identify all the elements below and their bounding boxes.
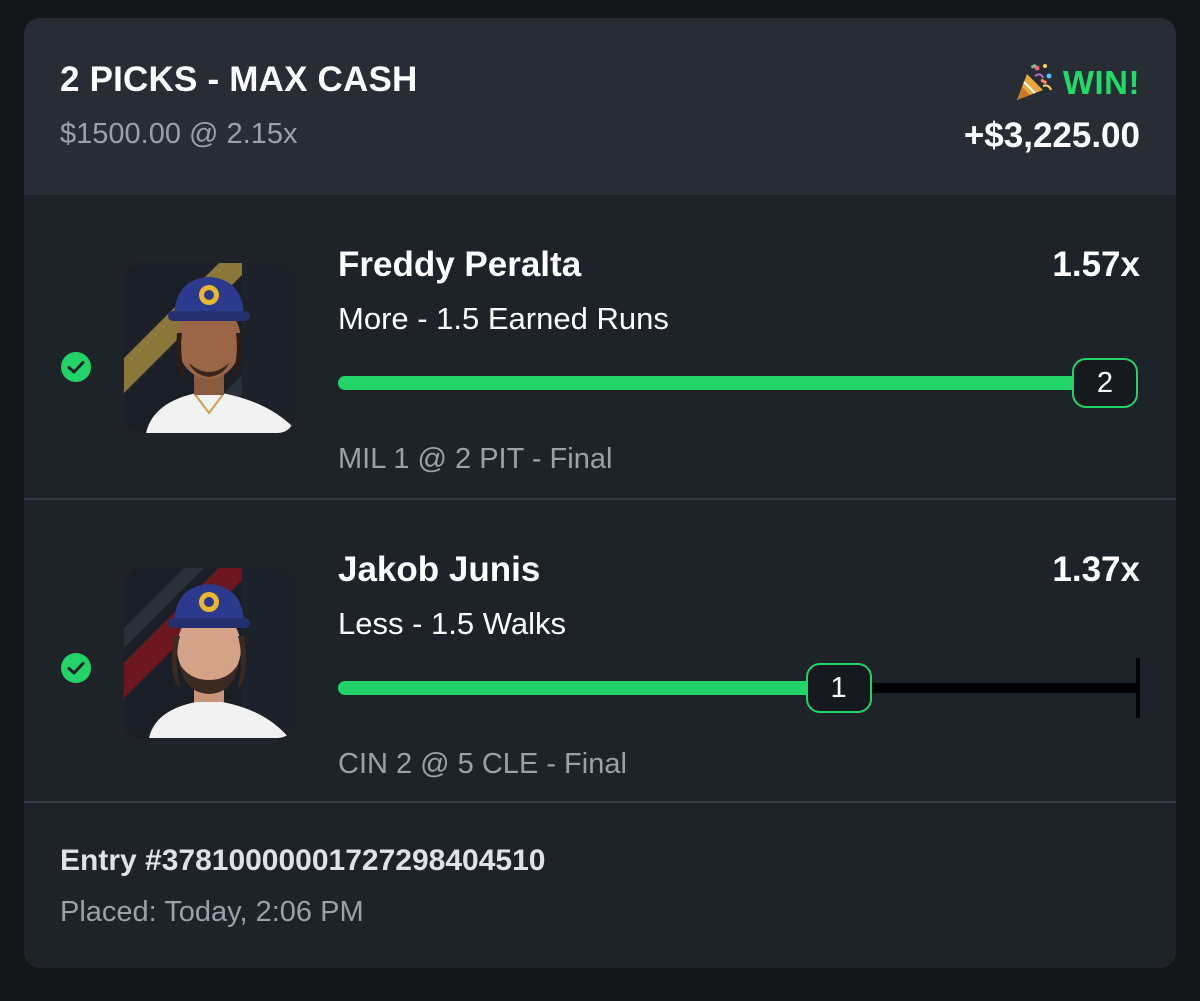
divider [24,801,1176,803]
progress-bar-track [871,683,1138,693]
game-matchup: CIN 2 @ 5 CLE [338,748,539,780]
check-circle-icon [61,653,91,683]
player-avatar [124,568,294,738]
pick-row[interactable]: Freddy Peralta 1.57x More - 1.5 Earned R… [24,195,1176,499]
progress-bar-fill [338,376,1118,390]
progress-bar-fill [338,681,852,695]
check-circle-icon [61,352,91,382]
game-status: - Final [531,443,613,475]
game-status: - Final [546,748,627,780]
game-matchup: MIL 1 @ 2 PIT [338,443,524,475]
entry-title: 2 PICKS - MAX CASH [60,60,418,99]
player-name: Freddy Peralta [338,245,582,284]
game-score: CIN 2 @ 5 CLE - Final [338,748,627,781]
actual-stat-bubble: 2 [1072,358,1138,408]
pick-multiplier: 1.37x [1052,550,1140,589]
pick-line: Less - 1.5 Walks [338,606,566,641]
party-popper-icon [1016,63,1052,100]
placed-time: Placed: Today, 2:06 PM [60,896,364,928]
result-badge: WIN! [1013,62,1140,104]
player-name: Jakob Junis [338,550,541,589]
progress-bar-end-marker [1136,658,1140,718]
payout-amount: +$3,225.00 [963,116,1140,155]
player-avatar [124,263,294,433]
player-photo [124,568,294,738]
actual-stat-bubble: 1 [805,663,872,713]
win-label: WIN! [1062,64,1140,101]
entry-header: 2 PICKS - MAX CASH $1500.00 @ 2.15x WIN!… [24,18,1176,195]
entry-wager: $1500.00 @ 2.15x [60,118,298,150]
pick-multiplier: 1.57x [1052,245,1140,284]
pick-row[interactable]: Jakob Junis 1.37x Less - 1.5 Walks 1 CIN… [24,500,1176,804]
pick-line: More - 1.5 Earned Runs [338,301,669,336]
entry-card: 2 PICKS - MAX CASH $1500.00 @ 2.15x WIN!… [24,18,1176,968]
entry-id: Entry #37810000001727298404510 [60,844,546,877]
game-score: MIL 1 @ 2 PIT - Final [338,443,612,476]
player-photo [124,263,294,433]
